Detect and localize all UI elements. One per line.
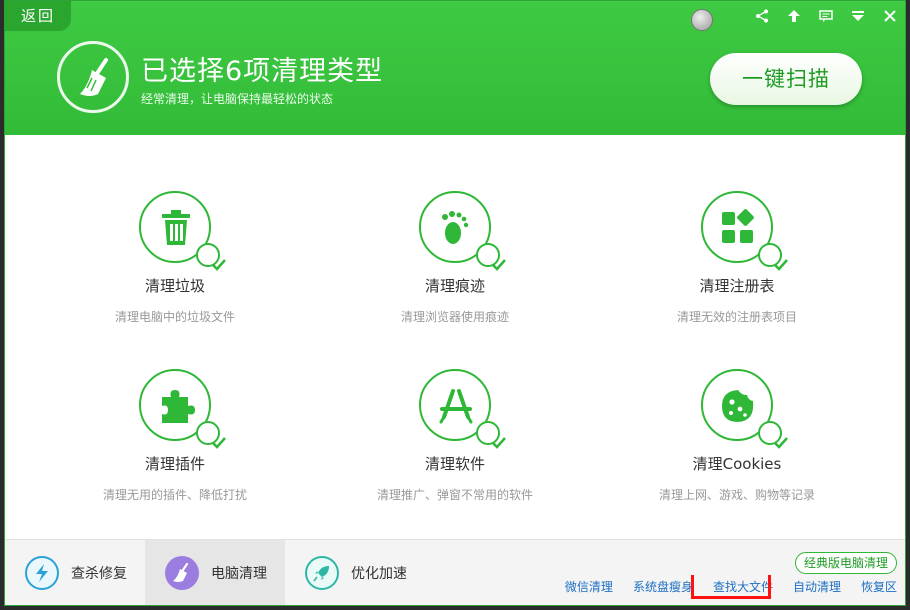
cookie-icon xyxy=(722,390,754,422)
back-button[interactable]: 返回 xyxy=(5,1,71,31)
item-clean-registry[interactable]: 清理注册表 清理无效的注册表项目 xyxy=(597,191,877,325)
cleanup-window: 返回 已选择6项清理类型 经常清理，让电脑保持最轻松的状态 一键扫描 清理垃圾 … xyxy=(4,0,906,606)
one-click-scan-button[interactable]: 一键扫描 xyxy=(710,53,862,105)
broom-icon xyxy=(165,556,199,590)
nav-label: 电脑清理 xyxy=(211,566,267,582)
checkmark-icon[interactable] xyxy=(196,421,226,449)
close-icon[interactable] xyxy=(881,7,899,25)
link-auto-clean[interactable]: 自动清理 xyxy=(793,578,841,595)
page-title: 已选择6项清理类型 xyxy=(141,56,384,87)
link-wechat-clean[interactable]: 微信清理 xyxy=(565,578,613,595)
checkmark-icon[interactable] xyxy=(476,421,506,449)
nav-speed-up[interactable]: 优化加速 xyxy=(285,540,425,605)
item-desc: 清理无用的插件、降低打扰 xyxy=(102,488,247,502)
share-icon[interactable] xyxy=(753,7,771,25)
bottom-bar: 查杀修复 电脑清理 优化加速 经典版电脑清理 微信清理 系统盘瘦身 查找大文件 … xyxy=(5,539,905,605)
nav-virus-scan[interactable]: 查杀修复 xyxy=(5,540,145,605)
item-clean-junk[interactable]: 清理垃圾 清理电脑中的垃圾文件 xyxy=(35,191,315,325)
lightning-icon xyxy=(25,556,59,590)
item-clean-plugins[interactable]: 清理插件 清理无用的插件、降低打扰 xyxy=(35,369,315,503)
page-subtitle: 经常清理，让电脑保持最轻松的状态 xyxy=(141,92,334,106)
appstore-icon xyxy=(439,389,473,424)
link-system-slim[interactable]: 系统盘瘦身 xyxy=(633,578,693,595)
item-title: 清理痕迹 xyxy=(424,277,485,295)
item-title: 清理垃圾 xyxy=(144,277,205,295)
item-title: 清理注册表 xyxy=(699,277,775,295)
nav-label: 优化加速 xyxy=(351,566,407,582)
item-title: 清理软件 xyxy=(424,455,485,473)
item-clean-cookies[interactable]: 清理Cookies 清理上网、游戏、购物等记录 xyxy=(597,369,877,503)
broom-icon xyxy=(57,41,129,113)
skin-icon[interactable] xyxy=(691,9,713,31)
cleanup-type-grid: 清理垃圾 清理电脑中的垃圾文件 清理痕迹 清理浏览器使用痕迹 清理注册表 清理无… xyxy=(5,135,905,535)
classic-cleanup-button[interactable]: 经典版电脑清理 xyxy=(794,552,897,574)
pin-icon[interactable] xyxy=(785,7,803,25)
checkmark-icon[interactable] xyxy=(758,421,788,449)
registry-icon xyxy=(722,209,754,243)
item-desc: 清理浏览器使用痕迹 xyxy=(400,310,509,324)
checkmark-icon[interactable] xyxy=(758,243,788,271)
item-title: 清理插件 xyxy=(144,455,205,473)
puzzle-icon xyxy=(162,390,195,423)
rocket-icon xyxy=(305,556,339,590)
link-recovery[interactable]: 恢复区 xyxy=(861,578,897,595)
checkmark-icon[interactable] xyxy=(476,243,506,271)
highlight-annotation xyxy=(691,575,771,599)
checkmark-icon[interactable] xyxy=(196,243,226,271)
window-toolbar xyxy=(753,7,899,29)
footprint-icon xyxy=(442,211,469,244)
item-desc: 清理电脑中的垃圾文件 xyxy=(114,310,235,324)
nav-pc-cleanup[interactable]: 电脑清理 xyxy=(145,540,285,605)
nav-label: 查杀修复 xyxy=(71,566,127,582)
header-banner: 返回 已选择6项清理类型 经常清理，让电脑保持最轻松的状态 一键扫描 xyxy=(5,1,905,135)
trash-icon xyxy=(162,210,190,245)
item-desc: 清理上网、游戏、购物等记录 xyxy=(658,488,815,502)
feedback-icon[interactable] xyxy=(817,7,835,25)
item-clean-software[interactable]: 清理软件 清理推广、弹窗不常用的软件 xyxy=(315,369,595,503)
menu-icon[interactable] xyxy=(849,7,867,25)
item-desc: 清理无效的注册表项目 xyxy=(676,310,797,324)
item-clean-traces[interactable]: 清理痕迹 清理浏览器使用痕迹 xyxy=(315,191,595,325)
item-title: 清理Cookies xyxy=(692,455,782,473)
item-desc: 清理推广、弹窗不常用的软件 xyxy=(376,488,533,502)
